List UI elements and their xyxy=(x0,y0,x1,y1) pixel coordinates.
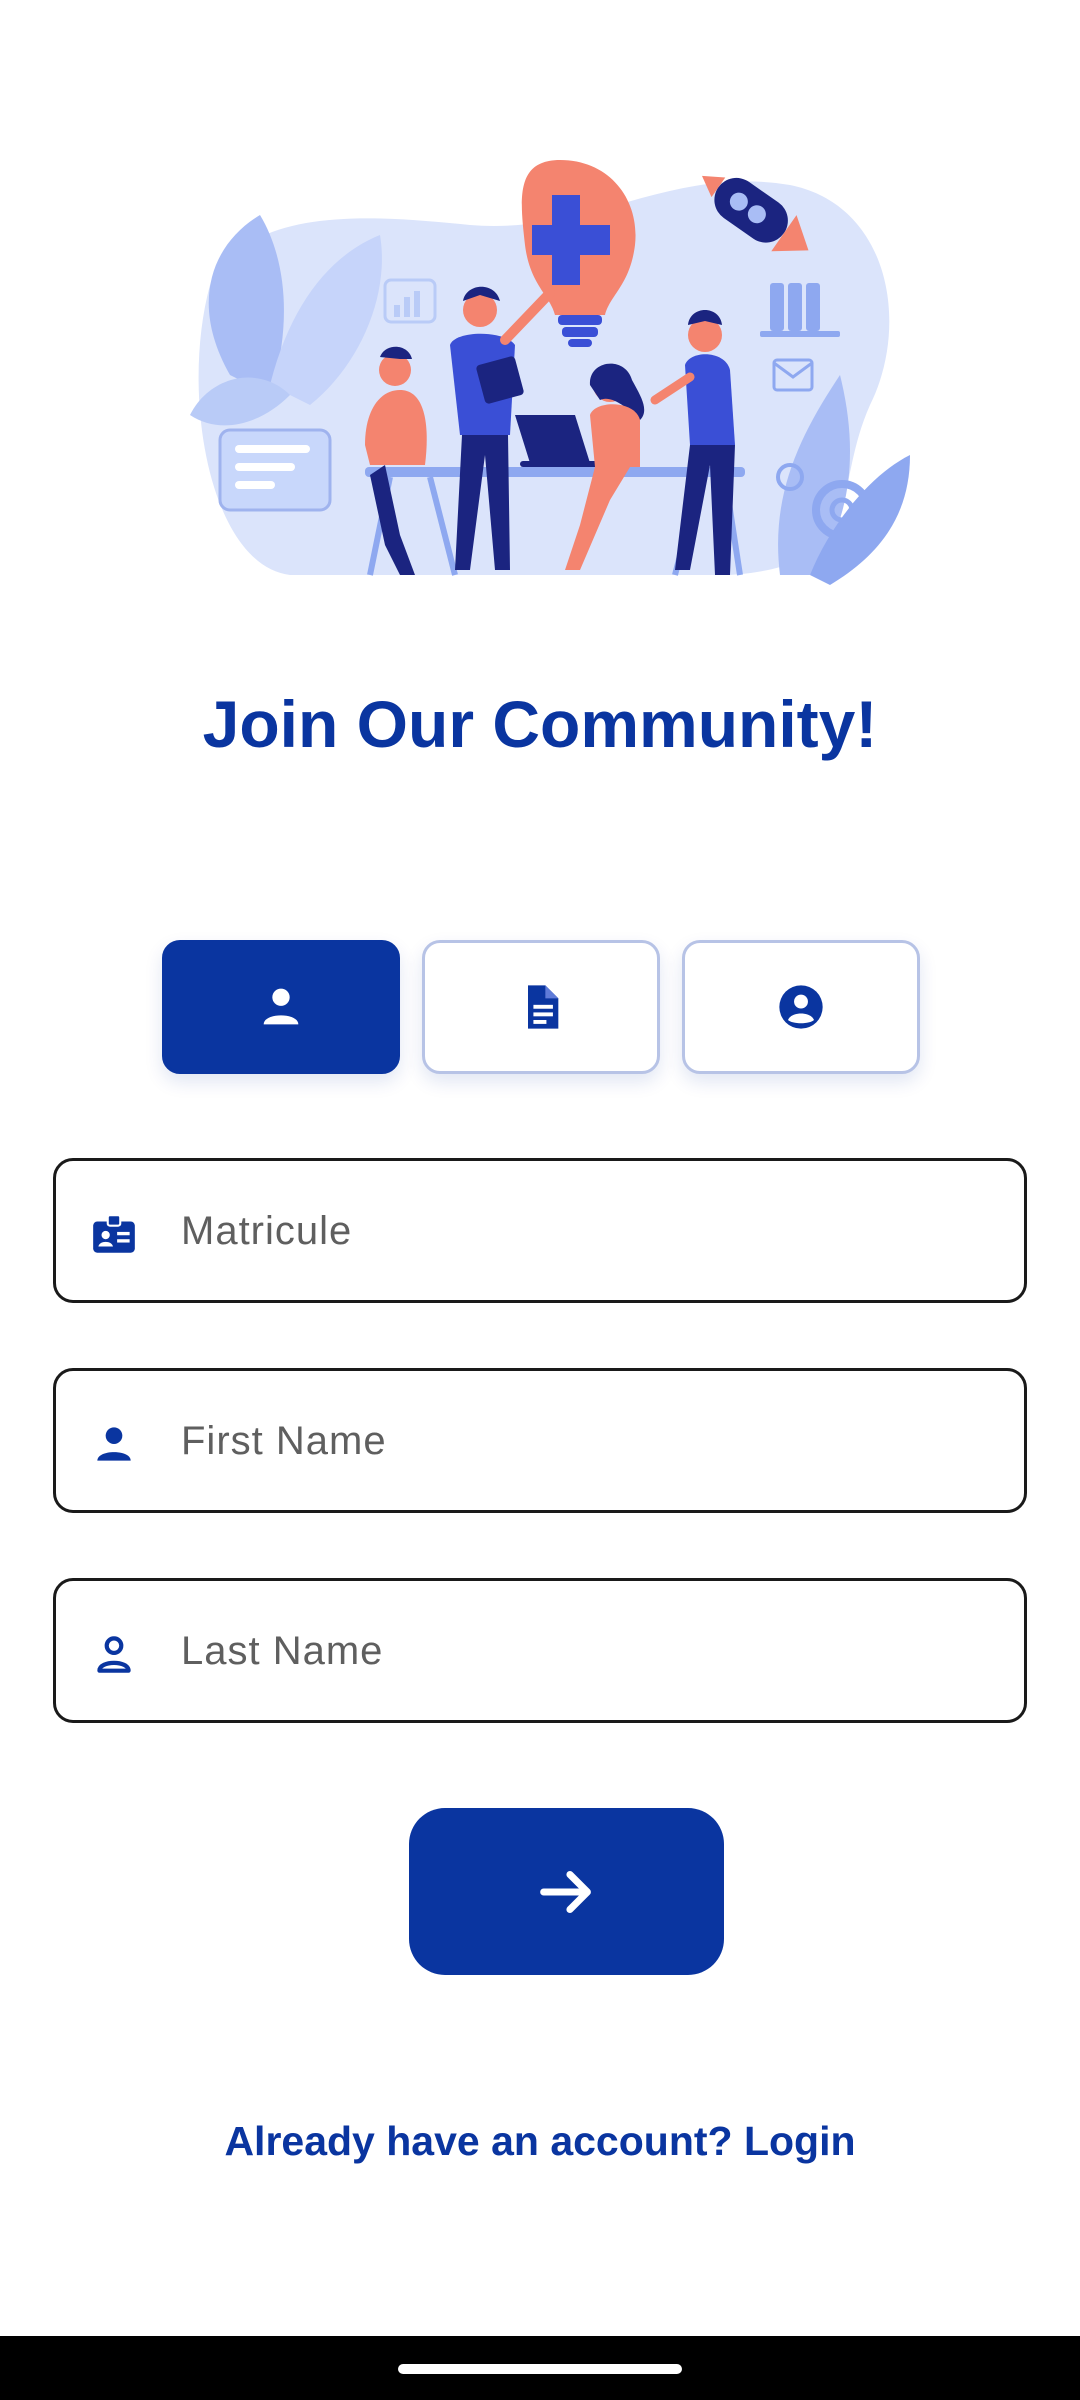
step-personal-info-tab[interactable] xyxy=(162,940,400,1074)
matricule-input[interactable] xyxy=(181,1191,1001,1271)
step-documents-tab[interactable] xyxy=(422,940,660,1074)
first-name-input[interactable] xyxy=(181,1401,1001,1481)
id-badge-icon xyxy=(93,1214,135,1253)
login-link[interactable]: Already have an account? Login xyxy=(0,2118,1080,2165)
matricule-field xyxy=(53,1158,1027,1303)
step-account-tab[interactable] xyxy=(682,940,920,1074)
home-gesture-handle[interactable] xyxy=(398,2364,682,2374)
account-circle-icon xyxy=(779,985,823,1029)
next-button[interactable] xyxy=(409,1808,724,1975)
person-outline-icon xyxy=(97,1636,131,1673)
last-name-input[interactable] xyxy=(181,1611,1001,1691)
system-navigation-bar xyxy=(0,2336,1080,2400)
person-icon xyxy=(97,1427,131,1461)
last-name-field xyxy=(53,1578,1027,1723)
arrow-right-icon xyxy=(539,1870,591,1913)
document-icon xyxy=(528,985,559,1029)
page-title: Join Our Community! xyxy=(202,687,878,761)
step-selector xyxy=(0,940,1080,1074)
team-illustration xyxy=(190,160,910,585)
first-name-field xyxy=(53,1368,1027,1513)
person-icon xyxy=(263,988,299,1025)
